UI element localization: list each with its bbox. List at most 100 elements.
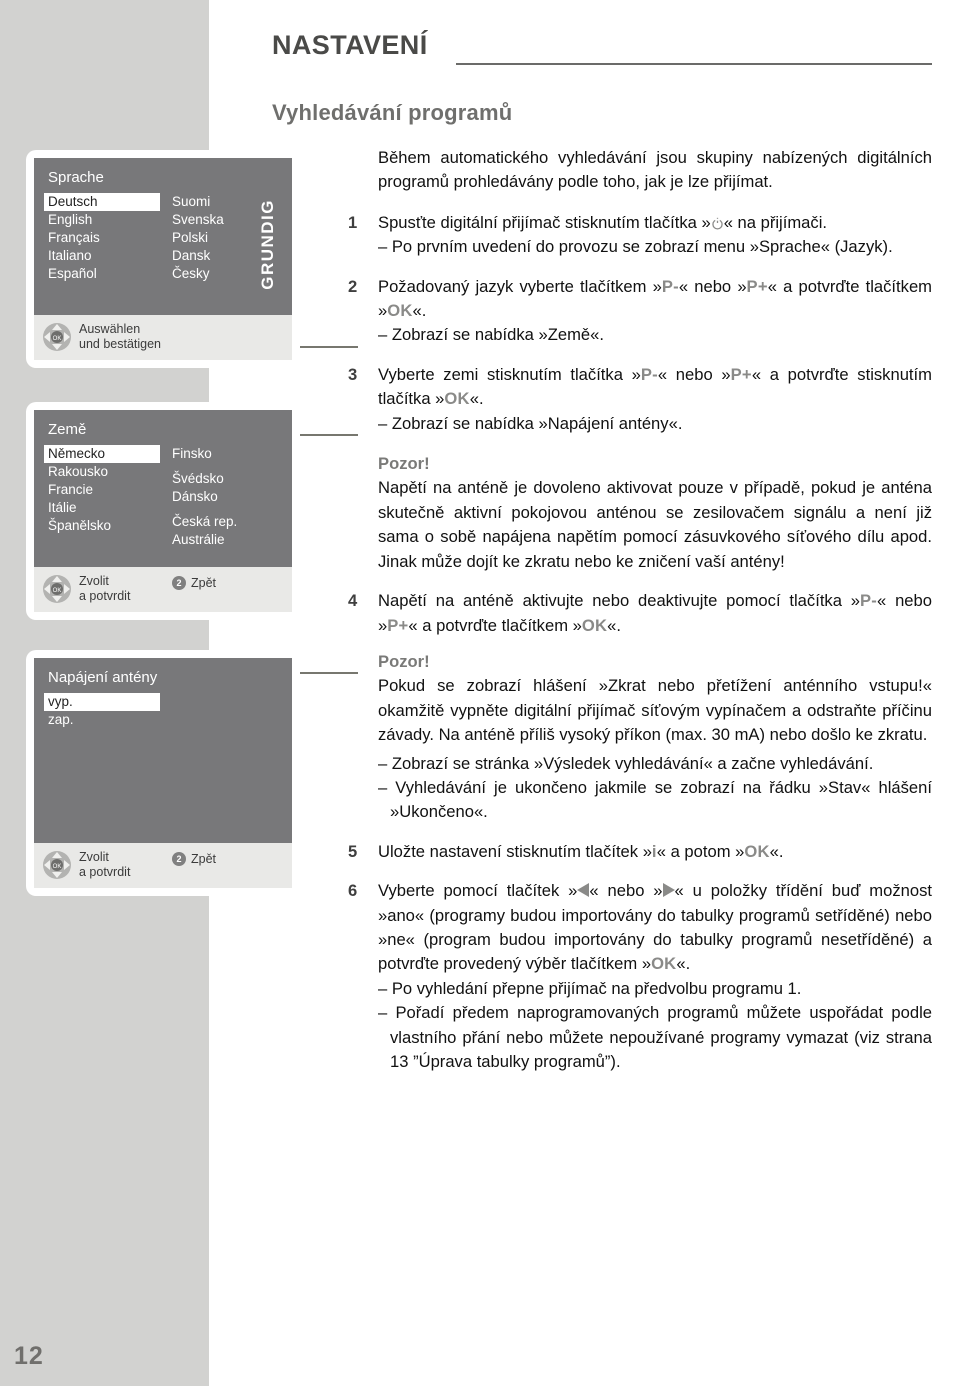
osd-menu-sprache: Sprache Deutsch English Français Italian… [26, 150, 300, 368]
button-label-ok: OK [581, 615, 608, 635]
osd-item[interactable]: Rakousko [44, 463, 160, 481]
back-label: Zpět [191, 852, 217, 866]
step-text-b: « a potom » [656, 841, 745, 861]
step-text-d: «. [676, 954, 691, 974]
step-text-a: Uložte nastavení stisknutím tlačítek » [378, 841, 652, 861]
step-sub: – Zobrazí se nabídka »Země«. [378, 325, 604, 345]
back-label: Zpět [191, 576, 217, 590]
page-header: NASTAVENÍ [272, 30, 932, 70]
button-label-p-plus: P+ [746, 276, 768, 296]
warning-text: Napětí na anténě je dovoleno aktivovat p… [378, 478, 932, 571]
dpad-label-line1: Zvolit [79, 850, 109, 864]
step-text-b: « nebo » [589, 881, 663, 901]
svg-text:OK: OK [53, 588, 62, 594]
step-text-d: «. [412, 301, 427, 321]
button-label-p-minus: P- [860, 591, 878, 611]
osd-item[interactable]: Français [44, 229, 160, 247]
dpad-label-line2: a potvrdit [79, 589, 131, 603]
step-text-b: « na přijímači. [723, 212, 827, 232]
step-text: Vyberte zemi stisknutím tlačítka »P-« ne… [378, 363, 932, 412]
step-text-c: « a potvrďte tlačítkem » [408, 615, 582, 635]
dpad-label: Zvolit a potvrdit [79, 850, 130, 880]
osd-item[interactable]: Dánsko [168, 488, 278, 506]
dpad-label-line1: Auswählen [79, 322, 141, 336]
osd-column-right: Finsko Švédsko Dánsko Česká rep. Austrál… [168, 445, 278, 549]
osd-item[interactable]: Finsko [168, 445, 278, 463]
osd-column-left: vyp. zap. [44, 693, 160, 729]
osd-screen: Země Německo Rakousko Francie Itálie Špa… [34, 410, 292, 567]
osd-title: Napájení antény [48, 669, 158, 686]
page-number: 12 [14, 1342, 44, 1370]
button-label-ok: OK [651, 954, 677, 974]
step-number: 6 [348, 881, 358, 901]
osd-item[interactable]: English [44, 211, 160, 229]
osd-footer: OK Zvolit a potvrdit 2 Zpět [34, 843, 292, 888]
osd-columns: Německo Rakousko Francie Itálie Španělsk… [44, 445, 282, 557]
osd-column-left: Deutsch English Français Italiano Españo… [44, 193, 160, 283]
warning-text: Pokud se zobrazí hlášení »Zkrat nebo pře… [378, 676, 932, 745]
osd-screen: Napájení antény vyp. zap. [34, 658, 292, 843]
osd-item[interactable]: Francie [44, 481, 160, 499]
step-text: Požadovaný jazyk vyberte tlačítkem »P-« … [378, 275, 932, 324]
button-label-ok: OK [744, 841, 770, 861]
step-text: Vyberte pomocí tlačítek » « nebo » « u pol… [378, 879, 932, 977]
key-2-icon: 2 [172, 576, 186, 590]
osd-item[interactable]: Itálie [44, 499, 160, 517]
step-text-c: «. [769, 841, 784, 861]
step-number: 1 [348, 212, 358, 232]
dpad-ok-icon: OK [42, 574, 72, 604]
step-number: 4 [348, 591, 358, 611]
osd-item[interactable]: Španělsko [44, 517, 160, 535]
step-text-b: « nebo » [657, 364, 731, 384]
step-number: 2 [348, 276, 358, 296]
osd-item[interactable]: Español [44, 265, 160, 283]
step-text-d: «. [469, 389, 484, 409]
step-sub: – Pořadí předem naprogramovaných program… [378, 1003, 932, 1071]
button-label-p-minus: P- [661, 276, 679, 296]
arrow-left-icon [577, 883, 590, 898]
osd-item[interactable]: zap. [44, 711, 160, 729]
step-text-a: Spusťte digitální přijímač stisknutím tl… [378, 212, 711, 232]
step-1: 1 Spusťte digitální přijímač stisknutím … [344, 211, 932, 260]
step-5: 5 Uložte nastavení stisknutím tlačítek »… [344, 840, 932, 864]
step-text-a: Požadovaný jazyk vyberte tlačítkem » [378, 276, 662, 296]
osd-screen: Sprache Deutsch English Français Italian… [34, 158, 292, 315]
step-text: Uložte nastavení stisknutím tlačítek »i«… [378, 840, 932, 864]
step-text-a: Vyberte pomocí tlačítek » [378, 881, 578, 901]
step-sub: – Vyhledávání je ukončeno jakmile se zob… [378, 777, 932, 822]
osd-item[interactable]: vyp. [44, 693, 160, 711]
osd-item[interactable]: Italiano [44, 247, 160, 265]
step-number: 3 [348, 364, 358, 384]
body-copy: Během automatického vyhledávání jsou sku… [344, 146, 932, 1089]
dpad-ok-icon: OK [42, 322, 72, 352]
dpad-label-line2: und bestätigen [79, 337, 162, 351]
osd-columns: vyp. zap. [44, 693, 282, 833]
step-text-b: « nebo » [678, 276, 747, 296]
step-sub: – Zobrazí se stránka »Výsledek vyhledává… [378, 753, 874, 773]
back-hint: 2 Zpět [172, 852, 216, 866]
dpad-label: Zvolit a potvrdit [79, 574, 130, 604]
arrow-right-icon [662, 883, 675, 898]
step-text-d: «. [607, 615, 621, 635]
osd-item[interactable]: Česká rep. [168, 513, 278, 531]
osd-item[interactable]: Deutsch [44, 193, 160, 211]
osd-column-left: Německo Rakousko Francie Itálie Španělsk… [44, 445, 160, 535]
osd-item[interactable]: Švédsko [168, 470, 278, 488]
page-title: NASTAVENÍ [272, 30, 428, 60]
dpad-label-line1: Zvolit [79, 574, 109, 588]
step-3: 3 Vyberte zemi stisknutím tlačítka »P-« … [344, 363, 932, 574]
back-hint: 2 Zpět [172, 576, 216, 590]
warning-label: Pozor! [378, 651, 430, 671]
step-number: 5 [348, 841, 358, 861]
step-2: 2 Požadovaný jazyk vyberte tlačítkem »P-… [344, 275, 932, 348]
step-sub: – Zobrazí se nabídka »Napájení antény«. [378, 413, 683, 433]
step-text-a: Napětí na anténě aktivujte nebo deaktivu… [378, 591, 861, 611]
warning-label: Pozor! [378, 454, 430, 474]
osd-item[interactable]: Austrálie [168, 531, 278, 549]
osd-menu-zeme: Země Německo Rakousko Francie Itálie Špa… [26, 402, 300, 620]
dpad-ok-icon: OK [42, 850, 72, 880]
osd-item[interactable]: Německo [44, 445, 160, 463]
button-label-p-plus: P+ [730, 364, 752, 384]
osd-menu-napajeni-anteny: Napájení antény vyp. zap. OK Zvolit a po… [26, 650, 300, 896]
step-text-a: Vyberte zemi stisknutím tlačítka » [378, 364, 641, 384]
